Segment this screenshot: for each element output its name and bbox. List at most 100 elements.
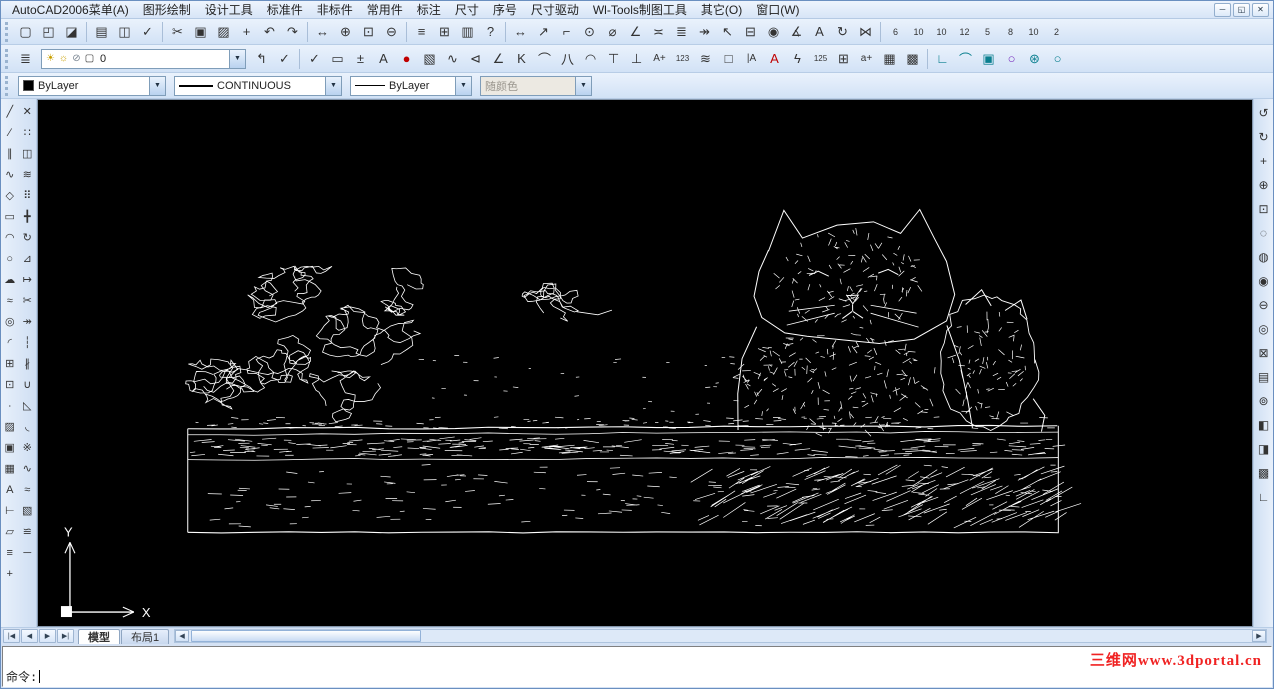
zoom-all-icon[interactable]: ◎ [1255,317,1272,341]
chevron-down-icon[interactable]: ▼ [229,49,245,68]
orbit-icon[interactable]: ⊚ [1255,389,1272,413]
scroll-right-icon[interactable]: ▶ [1252,630,1266,642]
new-file-icon[interactable]: ▢ [14,21,37,43]
dimension-edit-icon[interactable]: ∡ [785,21,808,43]
zoom-window-icon[interactable]: ⊡ [357,21,380,43]
move-icon[interactable]: ╋ [19,206,36,227]
tab-model[interactable]: 模型 [78,629,120,644]
regen-icon[interactable]: ↻ [1255,125,1272,149]
angular-dimension-icon[interactable]: ∠ [624,21,647,43]
quick-leader-icon[interactable]: ↖ [716,21,739,43]
rectangle-symbol-icon[interactable]: ▭ [326,48,349,70]
draft-check-icon[interactable]: ✓ [303,48,326,70]
text-height-icon[interactable]: A+ [648,48,671,70]
circle-icon[interactable]: ○ [1,248,18,269]
zoom-extents-icon[interactable]: ⊠ [1255,341,1272,365]
next-tab-button[interactable]: ▶ [39,629,56,643]
distance-icon[interactable]: ⊢ [1,500,18,521]
quick-dimension-icon[interactable]: ≍ [647,21,670,43]
dimension-style-icon[interactable]: ⋈ [854,21,877,43]
insert-block-icon[interactable]: ⊞ [1,353,18,374]
menu-dimension-drive[interactable]: 尺寸驱动 [524,0,586,19]
arc-icon[interactable]: ◠ [1,227,18,248]
help-icon[interactable]: ? [479,21,502,43]
print-preview-icon[interactable]: ◫ [113,21,136,43]
menu-dimension[interactable]: 尺寸 [448,0,486,19]
edit-spline-icon[interactable]: ≈ [19,479,36,500]
command-window[interactable]: 三维网www.3dportal.cn 命令: [1,644,1273,688]
diameter-dimension-icon[interactable]: ⌀ [601,21,624,43]
named-views-icon[interactable]: ▤ [1255,365,1272,389]
wave-symbol-icon[interactable]: ∿ [441,48,464,70]
linear-dimension-icon[interactable]: ↔ [509,21,532,43]
red-text-icon[interactable]: A [763,48,786,70]
match-properties-icon[interactable]: + [235,21,258,43]
hatch-icon[interactable]: ▨ [1,416,18,437]
number-123-icon[interactable]: 123 [671,48,694,70]
region-icon[interactable]: ▣ [1,437,18,458]
open-file-icon[interactable]: ◰ [37,21,60,43]
break-at-point-icon[interactable]: ┆ [19,332,36,353]
lowercase-a-icon[interactable]: a+ [855,48,878,70]
menu-other[interactable]: 其它(O) [694,0,749,19]
menu-wltools[interactable]: Wl-Tools制图工具 [586,0,694,19]
menu-annotate[interactable]: 标注 [410,0,448,19]
angle-symbol-icon[interactable]: ∠ [487,48,510,70]
redo-icon[interactable]: ↷ [281,21,304,43]
drawing-canvas[interactable]: YX [37,99,1253,627]
area-icon[interactable]: ▱ [1,521,18,542]
layer-on-bulb-icon[interactable]: ☀ [44,53,57,64]
diagonal-table-icon[interactable]: ▩ [901,48,924,70]
extend-icon[interactable]: ↠ [19,311,36,332]
preset-scale-button-7[interactable]: 10 [1022,21,1045,43]
tool-palettes-icon[interactable]: ▥ [456,21,479,43]
corner-line-icon[interactable]: ∟ [931,48,954,70]
ia-text-icon[interactable]: |A [740,48,763,70]
lightning-icon[interactable]: ϟ [786,48,809,70]
arc-length-icon[interactable]: ⌒ [533,48,556,70]
array-icon[interactable]: ⠿ [19,185,36,206]
zoom-dynamic-icon[interactable]: ◌ [1255,221,1272,245]
scroll-left-icon[interactable]: ◀ [175,630,190,642]
scale-125-icon[interactable]: 125 [809,48,832,70]
menu-window[interactable]: 窗口(W) [749,0,806,19]
multiline-icon[interactable]: ∥ [1,143,18,164]
line-icon[interactable]: ╱ [1,101,18,122]
menu-design-tools[interactable]: 设计工具 [198,0,260,19]
box-symbol-icon[interactable]: □ [717,48,740,70]
make-block-icon[interactable]: ⊡ [1,374,18,395]
dimension-update-icon[interactable]: ↻ [831,21,854,43]
align-icon[interactable]: ≌ [19,521,36,542]
zoom-previous-icon[interactable]: ⊖ [380,21,403,43]
toolbar-grip[interactable] [5,75,10,96]
spline-icon[interactable]: ≈ [1,290,18,311]
pan-realtime-icon[interactable]: + [1255,149,1272,173]
rectangle-icon[interactable]: ▭ [1,206,18,227]
restore-button[interactable]: ◱ [1233,2,1250,17]
mtext-icon[interactable]: A [1,479,18,500]
offset-icon[interactable]: ≋ [19,164,36,185]
trim-icon[interactable]: ✂ [19,290,36,311]
make-layer-current-icon[interactable]: ✓ [273,48,296,70]
hide-icon[interactable]: ◧ [1255,413,1272,437]
lineweight-combo[interactable]: ByLayer ▼ [350,75,472,96]
color-combo[interactable]: ByLayer ▼ [18,75,166,96]
zoom-scale-icon[interactable]: ◍ [1255,245,1272,269]
polyline-icon[interactable]: ∿ [1,164,18,185]
stretch-icon[interactable]: ↦ [19,269,36,290]
linetype-combo[interactable]: CONTINUOUS ▼ [174,75,342,96]
zoom-realtime-icon[interactable]: ⊕ [334,21,357,43]
list-icon[interactable]: ≡ [1,542,18,563]
chevron-down-icon[interactable]: ▼ [325,76,341,95]
teal-ring-icon[interactable]: ○ [1046,48,1069,70]
chevron-down-icon[interactable]: ▼ [455,76,471,95]
construction-line-icon[interactable]: ∕ [1,122,18,143]
first-tab-button[interactable]: |◀ [3,629,20,643]
zigzag-icon[interactable]: ≋ [694,48,717,70]
design-center-icon[interactable]: ⊞ [433,21,456,43]
baseline-dimension-icon[interactable]: ≣ [670,21,693,43]
rotate-icon[interactable]: ↻ [19,227,36,248]
menu-autocad2006[interactable]: AutoCAD2006菜单(A) [5,0,136,19]
zoom-out-icon[interactable]: ⊖ [1255,293,1272,317]
scrollbar-thumb[interactable] [191,630,422,642]
